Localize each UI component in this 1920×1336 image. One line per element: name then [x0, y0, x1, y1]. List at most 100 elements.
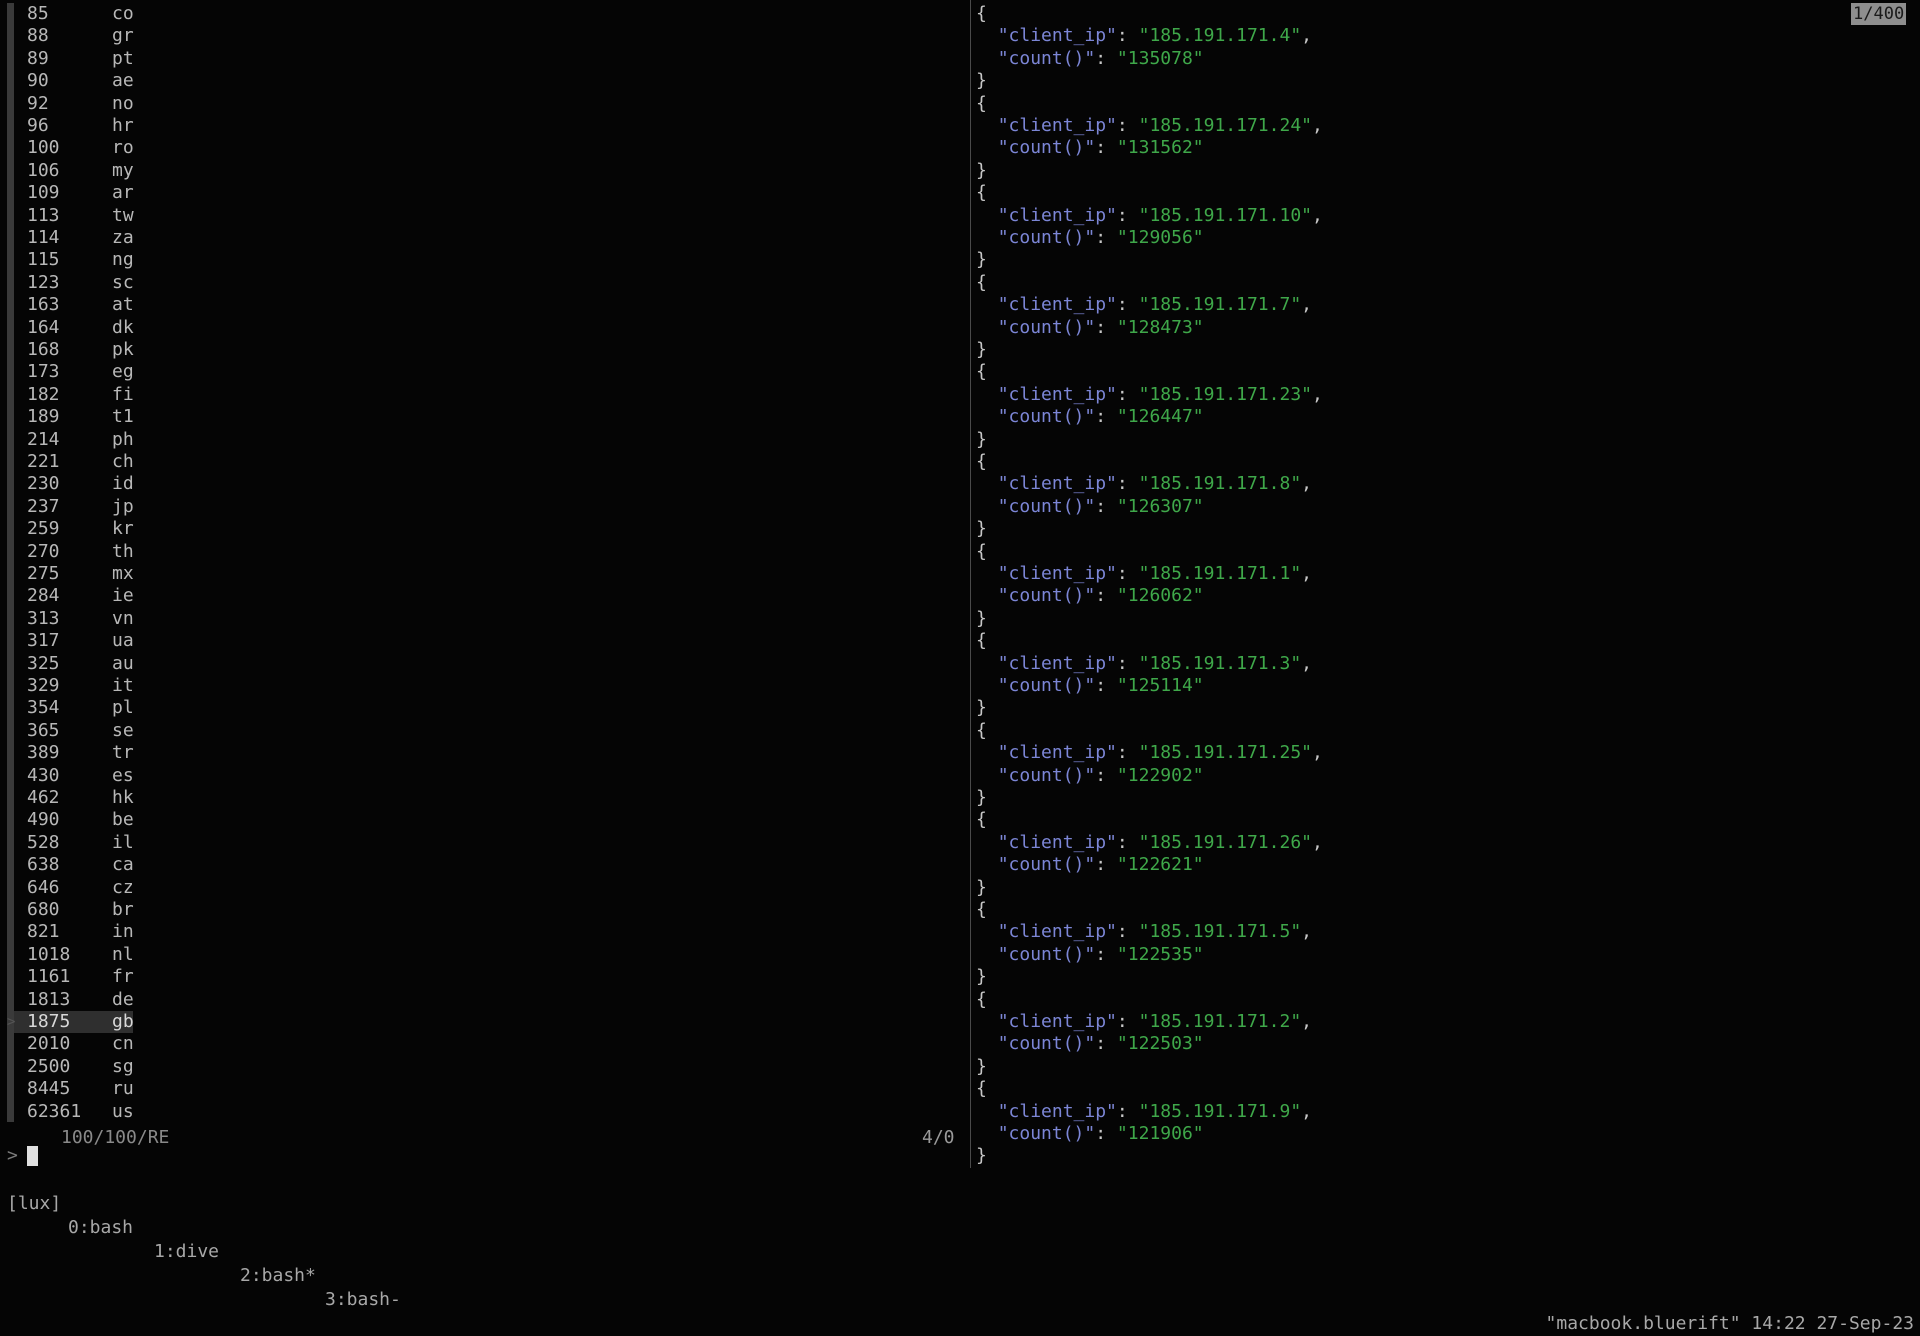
- json-comma: ,: [1312, 115, 1323, 136]
- json-quote: ": [1116, 764, 1128, 786]
- country-code: ro: [112, 137, 134, 159]
- json-open-brace: {: [976, 988, 987, 1010]
- json-quote: ": [1192, 585, 1204, 607]
- json-key-count: "count()": [997, 585, 1096, 607]
- count-value: 126307: [1127, 495, 1193, 517]
- json-client-ip-line: "client_ip": "185.191.171.7",: [976, 294, 1312, 316]
- country-code: cz: [112, 876, 134, 898]
- tmux-window-1[interactable]: 1:dive: [154, 1240, 219, 1264]
- tmux-window-3[interactable]: 3:bash-: [325, 1288, 401, 1312]
- json-count-line: "count()": "135078": [976, 48, 1204, 70]
- count-value: 135078: [1127, 47, 1193, 69]
- country-code: kr: [112, 518, 134, 540]
- country-code: cn: [112, 1033, 134, 1055]
- tmux-window-0[interactable]: 0:bash: [68, 1216, 133, 1240]
- json-quote: ": [1290, 563, 1302, 584]
- json-close-brace: }: [976, 70, 987, 92]
- fzf-query-input[interactable]: [27, 1146, 38, 1166]
- tmux-window-2[interactable]: 2:bash*: [240, 1264, 316, 1288]
- json-key-count: "count()": [997, 854, 1096, 876]
- json-comma: ,: [1301, 921, 1313, 943]
- country-code: br: [112, 899, 134, 920]
- country-code: pl: [112, 697, 134, 719]
- json-client-ip-line: "client_ip": "185.191.171.5",: [976, 921, 1312, 943]
- json-quote: ": [1192, 137, 1204, 159]
- json-quote: ": [1138, 831, 1150, 853]
- request-count: 109: [27, 182, 60, 204]
- country-code: us: [112, 1100, 134, 1122]
- json-quote: ": [1192, 495, 1204, 517]
- country-code: ar: [112, 182, 134, 204]
- json-key-count: "count()": [997, 47, 1096, 69]
- json-colon: :: [1116, 473, 1139, 495]
- json-key-count: "count()": [997, 943, 1096, 965]
- json-quote: ": [1192, 1033, 1204, 1055]
- json-colon: :: [1095, 47, 1117, 69]
- json-quote: ": [1138, 742, 1150, 764]
- json-colon: :: [1095, 406, 1117, 428]
- json-quote: ": [1138, 383, 1150, 405]
- country-code: es: [112, 764, 134, 786]
- country-code: at: [112, 294, 134, 316]
- json-close-brace: }: [976, 607, 987, 629]
- json-key-client-ip: "client_ip": [997, 115, 1117, 136]
- json-quote: ": [1138, 25, 1150, 47]
- country-code: no: [112, 92, 134, 114]
- json-quote: ": [1301, 742, 1312, 764]
- json-comma: ,: [1301, 473, 1313, 495]
- client-ip-value: 185.191.171.26: [1149, 831, 1302, 853]
- json-preview-pane[interactable]: { "client_ip": "185.191.171.4", "count()…: [976, 3, 1920, 1168]
- country-code: ng: [112, 249, 134, 271]
- json-colon: :: [1116, 25, 1139, 47]
- json-close-brace: }: [976, 697, 987, 719]
- request-count: 85: [27, 3, 49, 24]
- json-comma: ,: [1312, 831, 1323, 853]
- json-count-line: "count()": "122902": [976, 765, 1204, 787]
- country-code: in: [112, 921, 134, 943]
- request-count: 638: [27, 854, 60, 876]
- json-colon: :: [1116, 294, 1139, 316]
- json-key-count: "count()": [997, 675, 1096, 696]
- json-key-client-ip: "client_ip": [997, 204, 1117, 226]
- json-close-brace: }: [976, 339, 987, 360]
- json-count-line: "count()": "122535": [976, 944, 1204, 966]
- count-value: 122503: [1127, 1033, 1193, 1055]
- client-ip-value: 185.191.171.8: [1149, 473, 1291, 495]
- json-comma: ,: [1312, 204, 1323, 226]
- json-quote: ": [1116, 1033, 1128, 1055]
- json-colon: :: [1116, 563, 1139, 584]
- json-key-client-ip: "client_ip": [997, 1011, 1117, 1032]
- country-code: mx: [112, 563, 134, 584]
- request-count: 221: [27, 451, 60, 472]
- request-count: 96: [27, 115, 49, 136]
- json-comma: ,: [1312, 742, 1323, 764]
- json-close-brace: }: [976, 1145, 987, 1167]
- json-colon: :: [1116, 115, 1139, 136]
- json-quote: ": [1138, 921, 1150, 943]
- fzf-list-pane[interactable]: 85 co 88 gr 89 pt 90 ae 92 no 96 hr 100 ro 106 my 109 ar 1…: [0, 3, 968, 1153]
- tmux-session-name: [lux]: [7, 1193, 62, 1214]
- json-key-client-ip: "client_ip": [997, 1100, 1117, 1122]
- request-count: 528: [27, 831, 60, 853]
- country-code: be: [112, 809, 134, 831]
- pane-divider[interactable]: [970, 0, 971, 1168]
- json-colon: :: [1095, 1033, 1117, 1055]
- request-count: 90: [27, 70, 49, 92]
- json-close-brace: }: [976, 966, 987, 988]
- json-key-count: "count()": [997, 764, 1096, 786]
- json-count-line: "count()": "121906": [976, 1123, 1204, 1145]
- country-code: vn: [112, 607, 134, 629]
- json-close-brace: }: [976, 249, 987, 271]
- request-count: 100: [27, 137, 60, 159]
- json-quote: ": [1116, 675, 1128, 696]
- country-code: de: [112, 988, 134, 1010]
- request-count: 89: [27, 47, 49, 69]
- preview-line-indicator: 1/400: [1851, 3, 1907, 25]
- json-close-brace: }: [976, 876, 987, 898]
- country-code: sc: [112, 271, 134, 293]
- request-count: 237: [27, 495, 60, 517]
- json-quote: ": [1192, 47, 1204, 69]
- json-close-brace: }: [976, 428, 987, 450]
- fzf-scrollbar[interactable]: [7, 3, 14, 1122]
- count-value: 125114: [1127, 675, 1193, 696]
